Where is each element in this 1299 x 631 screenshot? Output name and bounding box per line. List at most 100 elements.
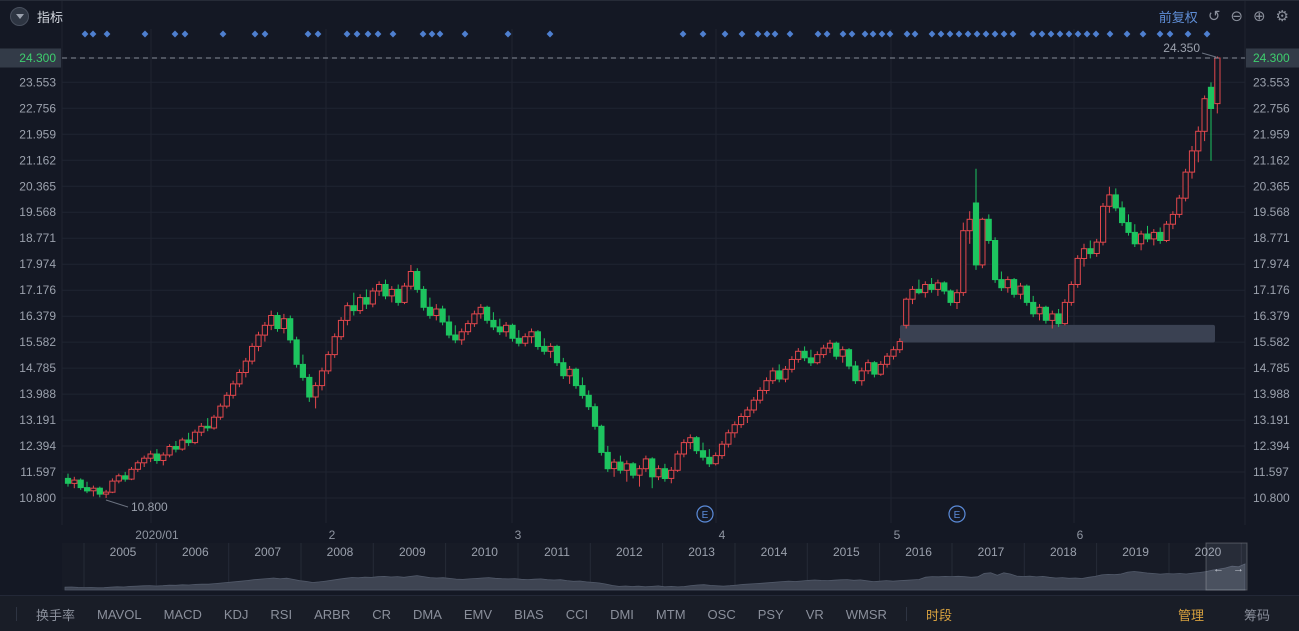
event-dot-icon[interactable] xyxy=(928,30,936,38)
indicator-tab-mavol[interactable]: MAVOL xyxy=(97,607,142,622)
indicator-tab-vr[interactable]: VR xyxy=(806,607,824,622)
event-dot-icon[interactable] xyxy=(763,30,771,38)
indicator-tab-bias[interactable]: BIAS xyxy=(514,607,544,622)
event-dot-icon[interactable] xyxy=(823,30,831,38)
event-dot-icon[interactable] xyxy=(1047,30,1055,38)
event-dot-icon[interactable] xyxy=(1038,30,1046,38)
indicator-tab-osc[interactable]: OSC xyxy=(708,607,736,622)
indicator-tab-psy[interactable]: PSY xyxy=(758,607,784,622)
event-dot-icon[interactable] xyxy=(1092,30,1100,38)
event-dot-icon[interactable] xyxy=(1009,30,1017,38)
event-dot-icon[interactable] xyxy=(1139,30,1147,38)
indicator-tab-wmsr[interactable]: WMSR xyxy=(846,607,887,622)
manage-button[interactable]: 管理 xyxy=(1178,605,1204,624)
event-dot-icon[interactable] xyxy=(314,30,322,38)
event-dot-icon[interactable] xyxy=(973,30,981,38)
event-dot-icon[interactable] xyxy=(911,30,919,38)
zoom-out-icon[interactable]: ⊖ xyxy=(1230,9,1243,24)
event-dot-icon[interactable] xyxy=(738,30,746,38)
chip-distribution-button[interactable]: 筹码 xyxy=(1244,605,1270,624)
event-dot-icon[interactable] xyxy=(89,30,97,38)
event-dot-icon[interactable] xyxy=(428,30,436,38)
undo-icon[interactable]: ↺ xyxy=(1208,9,1221,24)
event-dot-icon[interactable] xyxy=(1156,30,1164,38)
event-marker-icon[interactable]: E xyxy=(696,505,714,523)
candlestick-chart[interactable]: 24.350 10.800 E E 24.300 23.553 22.756 21.95… xyxy=(0,1,1299,595)
event-dot-icon[interactable] xyxy=(679,30,687,38)
event-dot-icon[interactable] xyxy=(771,30,779,38)
event-dot-icon[interactable] xyxy=(814,30,822,38)
event-dot-icon[interactable] xyxy=(389,30,397,38)
event-dot-icon[interactable] xyxy=(964,30,972,38)
event-dot-icon[interactable] xyxy=(419,30,427,38)
event-dot-icon[interactable] xyxy=(991,30,999,38)
event-dot-icon[interactable] xyxy=(1166,30,1174,38)
settings-icon[interactable]: ⚙ xyxy=(1276,9,1289,24)
event-dot-icon[interactable] xyxy=(81,30,89,38)
price-adjust-mode-button[interactable]: 前复权 xyxy=(1159,7,1198,26)
event-dot-icon[interactable] xyxy=(251,30,259,38)
event-dot-icon[interactable] xyxy=(699,30,707,38)
indicator-tab-arbr[interactable]: ARBR xyxy=(314,607,350,622)
event-dot-icon[interactable] xyxy=(946,30,954,38)
event-marker-icon[interactable]: E xyxy=(948,505,966,523)
zoom-in-icon[interactable]: ⊕ xyxy=(1253,9,1266,24)
event-dot-icon[interactable] xyxy=(374,30,382,38)
event-dot-icon[interactable] xyxy=(353,30,361,38)
event-dot-icon[interactable] xyxy=(181,30,189,38)
navigator[interactable]: 2005 2006 2007 2008 2009 2010 2011 2012 2013 2014… xyxy=(62,542,1248,591)
highlight-band[interactable] xyxy=(900,324,1215,343)
event-dot-icon[interactable] xyxy=(1056,30,1064,38)
event-dot-icon[interactable] xyxy=(955,30,963,38)
collapse-pane-button[interactable] xyxy=(10,6,29,26)
event-dot-icon[interactable] xyxy=(839,30,847,38)
event-dot-icon[interactable] xyxy=(1106,30,1114,38)
indicator-tab-emv[interactable]: EMV xyxy=(464,607,492,622)
navigator-right-handle[interactable]: → xyxy=(1233,563,1244,575)
navigator-left-handle[interactable]: ← xyxy=(1213,563,1224,575)
event-dot-icon[interactable] xyxy=(171,30,179,38)
event-dot-icon[interactable] xyxy=(1000,30,1008,38)
event-dot-icon[interactable] xyxy=(304,30,312,38)
event-dot-icon[interactable] xyxy=(504,30,512,38)
event-dot-icon[interactable] xyxy=(903,30,911,38)
event-dot-icon[interactable] xyxy=(861,30,869,38)
event-dot-icon[interactable] xyxy=(869,30,877,38)
indicator-tab-rsi[interactable]: RSI xyxy=(270,607,292,622)
event-dot-icon[interactable] xyxy=(546,30,554,38)
event-dot-icon[interactable] xyxy=(141,30,149,38)
event-dot-icon[interactable] xyxy=(461,30,469,38)
indicator-tab-cr[interactable]: CR xyxy=(372,607,391,622)
event-dot-icon[interactable] xyxy=(982,30,990,38)
event-dot-icon[interactable] xyxy=(1083,30,1091,38)
event-dot-icon[interactable] xyxy=(103,30,111,38)
event-dot-icon[interactable] xyxy=(1184,30,1192,38)
event-dot-icon[interactable] xyxy=(754,30,762,38)
indicator-tab-dmi[interactable]: DMI xyxy=(610,607,634,622)
event-dot-icon[interactable] xyxy=(937,30,945,38)
event-dot-icon[interactable] xyxy=(1029,30,1037,38)
indicator-tab-dma[interactable]: DMA xyxy=(413,607,442,622)
indicator-toolbar: 换手率 MAVOL MACD KDJ RSI ARBR CR DMA EMV BIAS CCI DMI… xyxy=(0,595,1299,631)
event-dot-icon[interactable] xyxy=(1203,30,1211,38)
event-dot-icon[interactable] xyxy=(261,30,269,38)
event-dot-icon[interactable] xyxy=(1123,30,1131,38)
svg-text:14.785: 14.785 xyxy=(1253,361,1290,375)
event-dot-icon[interactable] xyxy=(343,30,351,38)
event-dot-icon[interactable] xyxy=(786,30,794,38)
indicator-tab-换手率[interactable]: 换手率 xyxy=(36,605,75,624)
event-dot-icon[interactable] xyxy=(721,30,729,38)
event-dot-icon[interactable] xyxy=(436,30,444,38)
event-dot-icon[interactable] xyxy=(886,30,894,38)
indicator-tab-cci[interactable]: CCI xyxy=(566,607,588,622)
event-dot-icon[interactable] xyxy=(219,30,227,38)
event-dot-icon[interactable] xyxy=(878,30,886,38)
event-dot-icon[interactable] xyxy=(1074,30,1082,38)
indicator-tab-kdj[interactable]: KDJ xyxy=(224,607,249,622)
event-dot-icon[interactable] xyxy=(848,30,856,38)
indicator-tab-period[interactable]: 时段 xyxy=(926,605,952,624)
indicator-tab-macd[interactable]: MACD xyxy=(164,607,202,622)
event-dot-icon[interactable] xyxy=(364,30,372,38)
event-dot-icon[interactable] xyxy=(1065,30,1073,38)
indicator-tab-mtm[interactable]: MTM xyxy=(656,607,686,622)
